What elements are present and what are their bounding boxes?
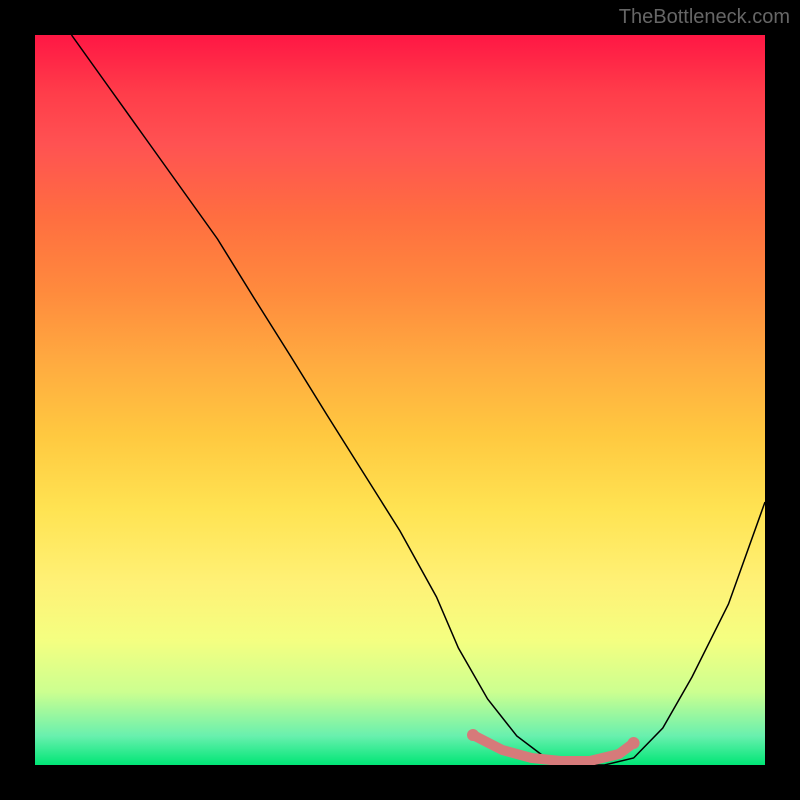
chart-svg — [35, 35, 765, 765]
main-curve — [72, 35, 766, 765]
highlight-end-dot — [628, 737, 640, 749]
attribution-label: TheBottleneck.com — [619, 6, 790, 29]
highlight-segment — [473, 735, 634, 761]
highlight-start-dot — [467, 729, 479, 741]
chart-plot-area — [35, 35, 765, 765]
